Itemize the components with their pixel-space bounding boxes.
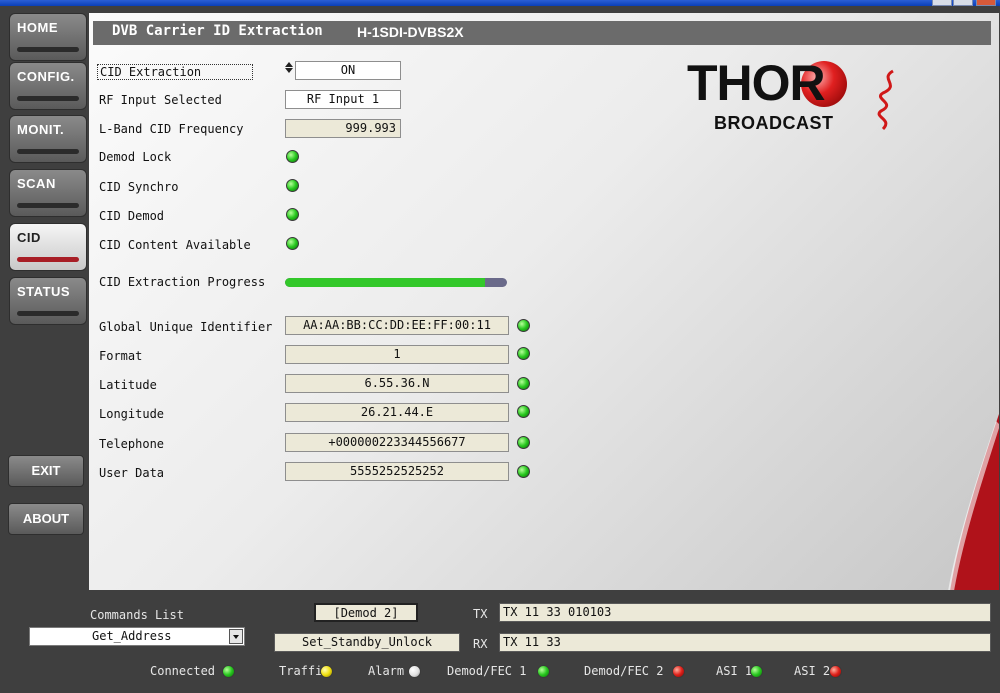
status-asi2-label: ASI 2 xyxy=(794,664,831,678)
latitude-value: 6.55.36.N xyxy=(285,374,509,393)
cid-content-led-icon xyxy=(286,237,299,250)
nav-scan-button[interactable]: SCAN xyxy=(9,169,87,217)
demod-lock-label: Demod Lock xyxy=(99,150,172,164)
nav-indicator xyxy=(17,149,79,154)
status-demod-fec1-label: Demod/FEC 1 xyxy=(447,664,527,678)
demod-box: [Demod 2] xyxy=(314,603,418,622)
window-maximize-button[interactable] xyxy=(953,0,973,6)
guid-value: AA:AA:BB:CC:DD:EE:FF:00:11 xyxy=(285,316,509,335)
guid-label: Global Unique Identifier xyxy=(99,320,273,334)
chevron-down-icon[interactable] xyxy=(229,629,243,644)
device-model: H-1SDI-DVBS2X xyxy=(357,24,464,40)
standby-command-box[interactable]: Set_Standby_Unlock xyxy=(274,633,460,652)
tx-value: TX 11 33 010103 xyxy=(499,603,991,622)
status-asi1-label: ASI 1 xyxy=(716,664,753,678)
telephone-led-icon xyxy=(517,436,530,449)
cid-synchro-label: CID Synchro xyxy=(99,180,179,194)
cid-extraction-label: CID Extraction xyxy=(97,64,253,80)
commands-list-select[interactable]: Get_Address xyxy=(29,627,245,646)
format-led-icon xyxy=(517,347,530,360)
status-demod-fec2-label: Demod/FEC 2 xyxy=(584,664,664,678)
lband-frequency-value: 999.993 xyxy=(285,119,401,138)
window-title-bar xyxy=(0,0,1000,6)
demod-fec1-led-icon xyxy=(537,665,550,678)
longitude-led-icon xyxy=(517,405,530,418)
nav-home-button[interactable]: HOME xyxy=(9,13,87,61)
nav-monit-button[interactable]: MONIT. xyxy=(9,115,87,163)
cid-extraction-spinner[interactable] xyxy=(285,61,293,81)
cid-demod-label: CID Demod xyxy=(99,209,165,223)
guid-led-icon xyxy=(517,319,530,332)
nav-indicator xyxy=(17,96,79,101)
user-data-label: User Data xyxy=(99,466,165,480)
rf-input-value: RF Input 1 xyxy=(285,90,401,109)
demod-lock-led-icon xyxy=(286,150,299,163)
nav-indicator xyxy=(17,47,79,52)
latitude-led-icon xyxy=(517,377,530,390)
progress-label: CID Extraction Progress xyxy=(99,275,266,289)
connected-led-icon xyxy=(222,665,235,678)
thor-broadcast-logo: THOR BROADCAST xyxy=(687,57,907,137)
cid-synchro-led-icon xyxy=(286,179,299,192)
rx-label: RX xyxy=(473,637,488,651)
cid-content-label: CID Content Available xyxy=(99,238,251,252)
status-alarm-label: Alarm xyxy=(368,664,405,678)
rx-value: TX 11 33 xyxy=(499,633,991,652)
nav-config-label: CONFIG. xyxy=(17,69,75,84)
main-panel: DVB Carrier ID Extraction H-1SDI-DVBS2X … xyxy=(89,13,999,590)
cid-demod-led-icon xyxy=(286,208,299,221)
nav-monit-label: MONIT. xyxy=(17,122,65,137)
user-data-led-icon xyxy=(517,465,530,478)
window-minimize-button[interactable] xyxy=(932,0,952,6)
spin-down-icon[interactable] xyxy=(285,68,293,73)
window-close-button[interactable] xyxy=(976,0,996,6)
longitude-label: Longitude xyxy=(99,407,165,421)
exit-button[interactable]: EXIT xyxy=(8,455,84,487)
nav-config-button[interactable]: CONFIG. xyxy=(9,62,87,110)
user-data-value: 5555252525252 xyxy=(285,462,509,481)
commands-list-label: Commands List xyxy=(90,608,184,622)
nav-scan-label: SCAN xyxy=(17,176,56,191)
cid-extraction-progress-bar xyxy=(285,278,507,287)
nav-status-label: STATUS xyxy=(17,284,71,299)
nav-active-indicator xyxy=(17,257,79,262)
telephone-value: +000000223344556677 xyxy=(285,433,509,452)
longitude-value: 26.21.44.E xyxy=(285,403,509,422)
format-label: Format xyxy=(99,349,143,363)
demod-fec2-led-icon xyxy=(672,665,685,678)
panel-header: DVB Carrier ID Extraction H-1SDI-DVBS2X xyxy=(93,21,991,45)
nav-cid-label: CID xyxy=(17,230,41,245)
telephone-label: Telephone xyxy=(99,437,165,451)
latitude-label: Latitude xyxy=(99,378,157,392)
logo-sub-text: BROADCAST xyxy=(714,113,834,133)
nav-indicator xyxy=(17,203,79,208)
rf-input-label: RF Input Selected xyxy=(99,93,222,107)
lightning-icon xyxy=(877,69,894,131)
commands-list-selected: Get_Address xyxy=(92,629,172,643)
lband-frequency-label: L-Band CID Frequency xyxy=(99,122,244,136)
nav-indicator xyxy=(17,311,79,316)
progress-fill xyxy=(285,278,485,287)
cid-extraction-value[interactable]: ON xyxy=(295,61,401,80)
logo-brand-text: THOR xyxy=(687,55,826,111)
traffic-led-icon xyxy=(320,665,333,678)
asi1-led-icon xyxy=(750,665,763,678)
about-button[interactable]: ABOUT xyxy=(8,503,84,535)
nav-status-button[interactable]: STATUS xyxy=(9,277,87,325)
status-connected-label: Connected xyxy=(150,664,216,678)
tx-label: TX xyxy=(473,607,488,621)
nav-home-label: HOME xyxy=(17,20,58,35)
asi2-led-icon xyxy=(829,665,842,678)
decorative-swoosh xyxy=(948,414,999,590)
nav-cid-button[interactable]: CID xyxy=(9,223,87,271)
page-title: DVB Carrier ID Extraction xyxy=(112,23,323,39)
spin-up-icon[interactable] xyxy=(285,62,293,67)
alarm-led-icon xyxy=(408,665,421,678)
format-value: 1 xyxy=(285,345,509,364)
status-traffic-label: Traffi xyxy=(279,664,323,678)
